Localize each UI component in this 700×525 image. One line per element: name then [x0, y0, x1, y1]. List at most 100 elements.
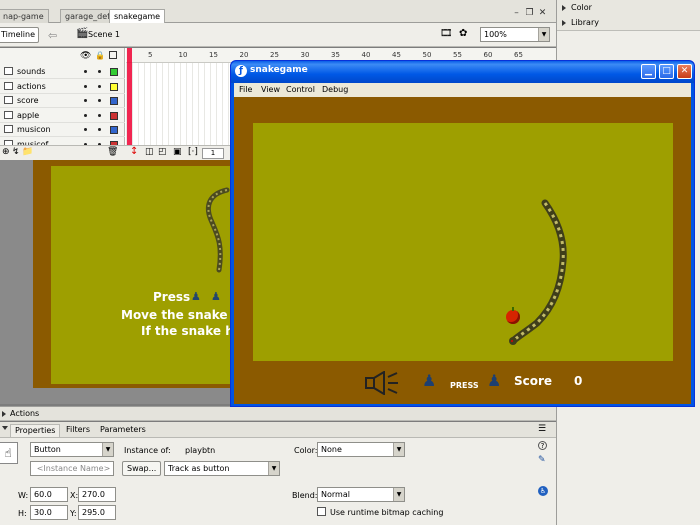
layer-color-swatch[interactable] — [110, 126, 118, 134]
trash-icon[interactable]: 🗑 — [107, 147, 118, 157]
layer-color-swatch[interactable] — [110, 82, 118, 91]
layer-color-swatch[interactable] — [110, 68, 118, 76]
lock-dot-icon[interactable] — [98, 99, 101, 102]
menu-view[interactable]: View — [258, 83, 283, 96]
layer-row[interactable]: sounds — [0, 65, 125, 79]
add-layer-icon[interactable]: ⊕ — [2, 147, 10, 157]
layer-color-swatch[interactable] — [110, 97, 118, 105]
back-arrow-icon[interactable]: ⇦ — [48, 29, 57, 42]
current-frame-field[interactable]: 1 — [202, 148, 224, 159]
player-window[interactable]: ƒ snakegame ▁ □ ✕ File View Control Debu… — [230, 60, 695, 407]
speaker-icon[interactable] — [364, 371, 400, 395]
layer-row[interactable]: score — [0, 94, 125, 108]
doc-tab-snakegame[interactable]: snakegame — [109, 9, 166, 24]
layer-color-swatch[interactable] — [110, 111, 118, 120]
layer-name: musicon — [17, 125, 51, 134]
help-icon[interactable]: ? — [538, 441, 547, 450]
tab-filters[interactable]: Filters — [62, 424, 94, 437]
menu-debug[interactable]: Debug — [319, 83, 351, 96]
color-panel-label: Color — [571, 3, 592, 12]
swap-button[interactable]: Swap... — [122, 461, 162, 476]
visibility-dot-icon[interactable] — [84, 113, 87, 117]
collapse-arrow-icon[interactable] — [2, 426, 8, 430]
x-field[interactable]: 270.0 — [78, 487, 116, 502]
ruler-number: 15 — [209, 51, 218, 59]
symbol-type-select[interactable]: Button ▼ — [30, 442, 114, 457]
visibility-dot-icon[interactable] — [84, 128, 87, 131]
lock-icon[interactable]: 🔒 — [95, 51, 105, 60]
add-guide-icon[interactable]: ↯ — [12, 147, 20, 157]
menu-control[interactable]: Control — [283, 83, 318, 96]
visibility-dot-icon[interactable] — [84, 99, 87, 102]
chevron-down-icon[interactable]: ▼ — [102, 443, 113, 456]
maximize-button[interactable]: □ — [659, 64, 674, 79]
accessibility-icon[interactable]: ♿ — [538, 486, 548, 496]
play-button-icon[interactable]: ♟ — [422, 371, 436, 390]
onion-skin-icon[interactable]: ◫ — [145, 147, 154, 157]
menu-file[interactable]: File — [236, 83, 255, 96]
track-mode-select[interactable]: Track as button ▼ — [164, 461, 280, 476]
library-panel-header[interactable]: Library — [557, 15, 700, 31]
tab-parameters[interactable]: Parameters — [96, 424, 150, 437]
close-doc-icon[interactable]: ✕ — [538, 9, 547, 18]
close-button[interactable]: ✕ — [677, 64, 692, 79]
color-effect-select[interactable]: None ▼ — [317, 442, 405, 457]
chevron-down-icon[interactable]: ▼ — [268, 462, 279, 475]
y-field[interactable]: 295.0 — [78, 505, 116, 520]
chevron-down-icon[interactable]: ▼ — [393, 443, 404, 456]
onion-outline-icon[interactable]: ◰ — [158, 147, 167, 157]
play-button-icon[interactable]: ♟ — [191, 290, 201, 303]
visibility-dot-icon[interactable] — [84, 84, 87, 88]
zoom-select[interactable]: 100% ▼ — [480, 27, 550, 42]
color-effect-value: None — [321, 445, 342, 454]
game-canvas[interactable]: ♟ PRESS ♟ Score 0 — [234, 97, 691, 404]
game-playfield[interactable] — [253, 123, 673, 361]
bitmap-caching-checkbox[interactable] — [317, 507, 326, 516]
scene-label[interactable]: Scene 1 — [88, 30, 120, 39]
visibility-dot-icon[interactable] — [84, 70, 87, 73]
outline-icon[interactable] — [109, 51, 117, 59]
edit-multiple-icon[interactable]: ▣ — [173, 147, 182, 157]
edit-scene-icon[interactable]: 🎞 — [440, 28, 453, 39]
lock-dot-icon[interactable] — [98, 70, 101, 73]
layer-row[interactable]: apple — [0, 109, 125, 123]
layer-row[interactable]: actions — [0, 80, 125, 94]
width-field[interactable]: 60.0 — [30, 487, 68, 502]
stage-instruction-1: Move the snake to — [121, 308, 246, 322]
layer-row[interactable]: musicon — [0, 123, 125, 137]
eye-icon[interactable]: 👁 — [80, 51, 91, 61]
height-field[interactable]: 30.0 — [30, 505, 68, 520]
actions-panel-header[interactable]: Actions — [0, 406, 556, 421]
play-button-icon-2[interactable]: ♟ — [487, 371, 501, 390]
minimize-doc-icon[interactable]: – — [512, 9, 521, 18]
restore-doc-icon[interactable]: ❐ — [525, 9, 534, 18]
modify-markers-icon[interactable]: [·] — [188, 147, 198, 157]
chevron-down-icon[interactable]: ▼ — [538, 28, 549, 41]
ruler-number: 20 — [239, 51, 249, 59]
add-folder-icon[interactable]: 📁 — [22, 147, 33, 157]
color-panel-header[interactable]: Color — [557, 0, 700, 16]
lock-dot-icon[interactable] — [98, 128, 101, 131]
lock-dot-icon[interactable] — [98, 113, 101, 117]
chevron-down-icon[interactable]: ▼ — [393, 488, 404, 501]
instance-of-label: Instance of: — [124, 446, 171, 455]
layer-icon — [4, 96, 13, 104]
panel-options-icon[interactable]: ☰ — [538, 424, 546, 434]
timeline-toggle-button[interactable]: Timeline — [0, 27, 39, 43]
tab-properties[interactable]: Properties — [10, 424, 61, 437]
edit-symbols-icon[interactable]: ✿ — [459, 28, 467, 39]
blend-select[interactable]: Normal ▼ — [317, 487, 405, 502]
playhead[interactable] — [127, 48, 132, 160]
lock-dot-icon[interactable] — [98, 84, 101, 88]
edit-actions-icon[interactable]: ✎ — [538, 455, 546, 465]
center-frame-icon[interactable]: ↕ — [130, 146, 138, 157]
instance-name-input[interactable]: <Instance Name> — [30, 461, 114, 476]
doc-tab-nap-game[interactable]: nap-game — [0, 9, 49, 23]
minimize-button[interactable]: ▁ — [641, 64, 656, 79]
expand-arrow-icon — [562, 20, 566, 26]
expand-arrow-icon — [562, 5, 566, 11]
play-button-icon-2[interactable]: ♟ — [211, 290, 221, 303]
layer-icon — [4, 81, 13, 90]
ruler-number: 30 — [300, 51, 310, 59]
player-titlebar[interactable]: ƒ snakegame ▁ □ ✕ — [231, 61, 694, 83]
